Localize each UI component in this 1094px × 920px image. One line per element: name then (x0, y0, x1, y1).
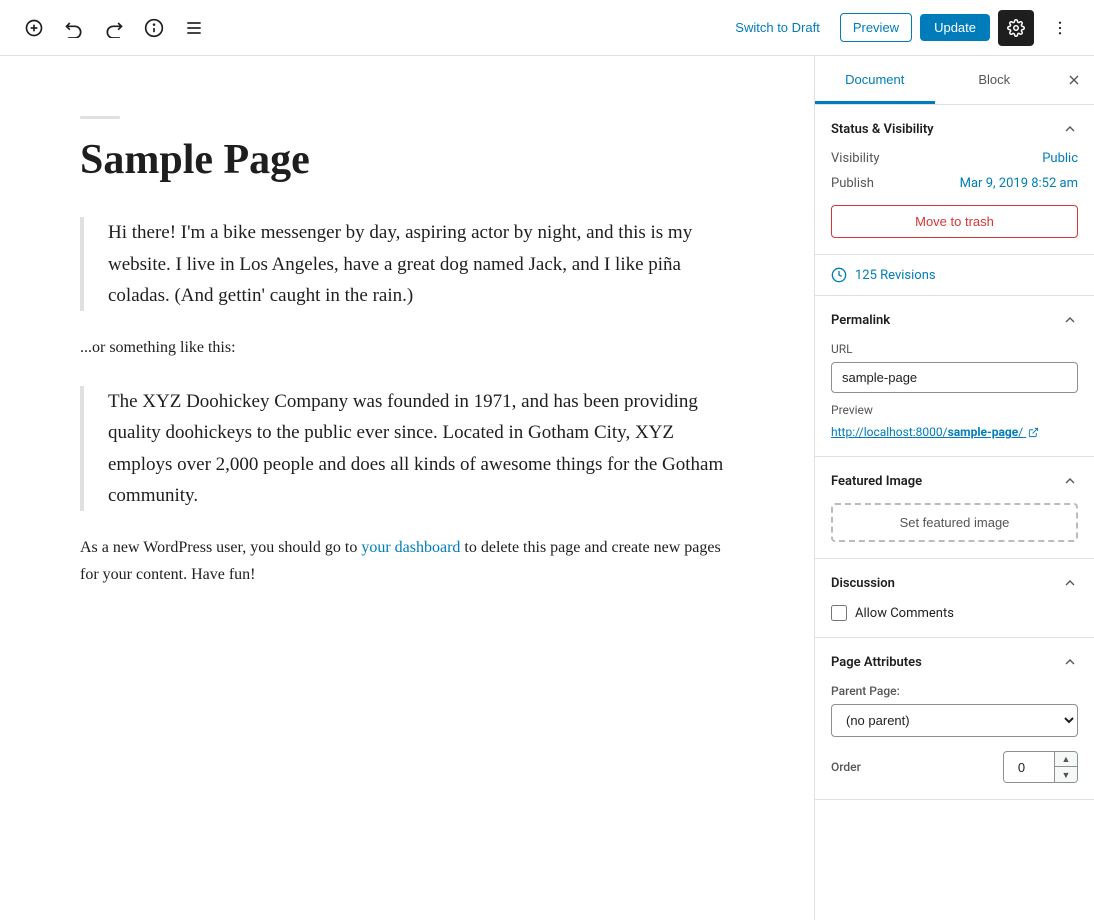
close-sidebar-button[interactable] (1054, 56, 1094, 104)
permalink-section: Permalink URL Preview http://localhost:8… (815, 296, 1094, 457)
order-decrement-button[interactable]: ▼ (1055, 767, 1077, 782)
permalink-preview-link[interactable]: http://localhost:8000/sample-page/ (831, 425, 1039, 439)
more-options-button[interactable] (1042, 10, 1078, 46)
featured-image-toggle[interactable] (1062, 473, 1078, 489)
editor-area: Sample Page Hi there! I'm a bike messeng… (0, 56, 814, 920)
allow-comments-checkbox[interactable] (831, 605, 847, 621)
move-to-trash-button[interactable]: Move to trash (831, 205, 1078, 238)
permalink-content: URL Preview http://localhost:8000/sample… (815, 342, 1094, 456)
permalink-after: / (1018, 425, 1023, 439)
external-link-icon (1028, 427, 1039, 438)
blockquote-2: The XYZ Doohickey Company was founded in… (80, 386, 734, 511)
page-attributes-toggle[interactable] (1062, 654, 1078, 670)
status-visibility-header[interactable]: Status & Visibility (815, 105, 1094, 151)
set-featured-image-button[interactable]: Set featured image (831, 503, 1078, 542)
paragraph-2-before: As a new WordPress user, you should go t… (80, 539, 361, 556)
revisions-icon (831, 267, 847, 283)
visibility-value[interactable]: Public (1042, 151, 1078, 166)
publish-value[interactable]: Mar 9, 2019 8:52 am (960, 176, 1078, 191)
permalink-header[interactable]: Permalink (815, 296, 1094, 342)
visibility-label: Visibility (831, 151, 880, 166)
page-attributes-header[interactable]: Page Attributes (815, 638, 1094, 684)
discussion-content: Allow Comments (815, 605, 1094, 637)
permalink-anchor: sample-page (948, 425, 1019, 439)
order-input-wrap: ▲ ▼ (1003, 751, 1078, 783)
url-input[interactable] (831, 362, 1078, 393)
order-label: Order (831, 760, 861, 774)
status-visibility-content: Visibility Public Publish Mar 9, 2019 8:… (815, 151, 1094, 254)
toolbar-left (16, 10, 212, 46)
revisions-section: 125 Revisions (815, 255, 1094, 296)
url-label: URL (831, 342, 1078, 356)
page-separator (80, 116, 120, 119)
dashboard-link[interactable]: your dashboard (361, 539, 460, 556)
sidebar-tabs: Document Block (815, 56, 1094, 105)
permalink-title: Permalink (831, 313, 890, 328)
paragraph-2: As a new WordPress user, you should go t… (80, 535, 734, 588)
status-visibility-section: Status & Visibility Visibility Public Pu… (815, 105, 1094, 255)
allow-comments-label[interactable]: Allow Comments (855, 606, 954, 621)
paragraph-1: ...or something like this: (80, 335, 734, 361)
toolbar: Switch to Draft Preview Update (0, 0, 1094, 56)
featured-image-section: Featured Image Set featured image (815, 457, 1094, 559)
order-row: Order ▲ ▼ (831, 751, 1078, 783)
order-input[interactable] (1004, 753, 1054, 782)
page-attributes-content: Parent Page: (no parent) Order ▲ ▼ (815, 684, 1094, 799)
permalink-before: http://localhost:8000/ (831, 425, 948, 439)
featured-image-header[interactable]: Featured Image (815, 457, 1094, 503)
order-spinners: ▲ ▼ (1054, 752, 1077, 782)
redo-button[interactable] (96, 10, 132, 46)
page-title[interactable]: Sample Page (80, 135, 734, 185)
add-block-button[interactable] (16, 10, 52, 46)
preview-label: Preview (831, 403, 1078, 417)
sidebar: Document Block Status & Visibility (814, 56, 1094, 920)
blockquote-1-text: Hi there! I'm a bike messenger by day, a… (108, 217, 734, 311)
settings-button[interactable] (998, 10, 1034, 46)
featured-image-title: Featured Image (831, 474, 922, 489)
order-increment-button[interactable]: ▲ (1055, 752, 1077, 767)
toolbar-right: Switch to Draft Preview Update (723, 10, 1078, 46)
permalink-toggle[interactable] (1062, 312, 1078, 328)
discussion-title: Discussion (831, 576, 895, 591)
main-layout: Sample Page Hi there! I'm a bike messeng… (0, 56, 1094, 920)
tab-document[interactable]: Document (815, 56, 935, 104)
revisions-row[interactable]: 125 Revisions (815, 255, 1094, 295)
tab-block[interactable]: Block (935, 56, 1055, 104)
status-visibility-title: Status & Visibility (831, 122, 934, 137)
undo-button[interactable] (56, 10, 92, 46)
switch-draft-button[interactable]: Switch to Draft (723, 14, 832, 41)
parent-page-label: Parent Page: (831, 684, 1078, 698)
info-button[interactable] (136, 10, 172, 46)
allow-comments-row: Allow Comments (831, 605, 1078, 621)
page-attributes-section: Page Attributes Parent Page: (no parent)… (815, 638, 1094, 800)
blockquote-1: Hi there! I'm a bike messenger by day, a… (80, 217, 734, 311)
publish-label: Publish (831, 176, 874, 191)
status-visibility-toggle[interactable] (1062, 121, 1078, 137)
blockquote-2-text: The XYZ Doohickey Company was founded in… (108, 386, 734, 511)
revisions-label: 125 Revisions (855, 268, 936, 283)
preview-button[interactable]: Preview (840, 13, 912, 42)
discussion-header[interactable]: Discussion (815, 559, 1094, 605)
discussion-section: Discussion Allow Comments (815, 559, 1094, 638)
parent-page-select[interactable]: (no parent) (831, 704, 1078, 737)
visibility-row: Visibility Public (831, 151, 1078, 166)
discussion-toggle[interactable] (1062, 575, 1078, 591)
page-attributes-title: Page Attributes (831, 655, 922, 670)
list-view-button[interactable] (176, 10, 212, 46)
publish-row: Publish Mar 9, 2019 8:52 am (831, 176, 1078, 191)
featured-image-content: Set featured image (815, 503, 1094, 558)
update-button[interactable]: Update (920, 14, 990, 41)
